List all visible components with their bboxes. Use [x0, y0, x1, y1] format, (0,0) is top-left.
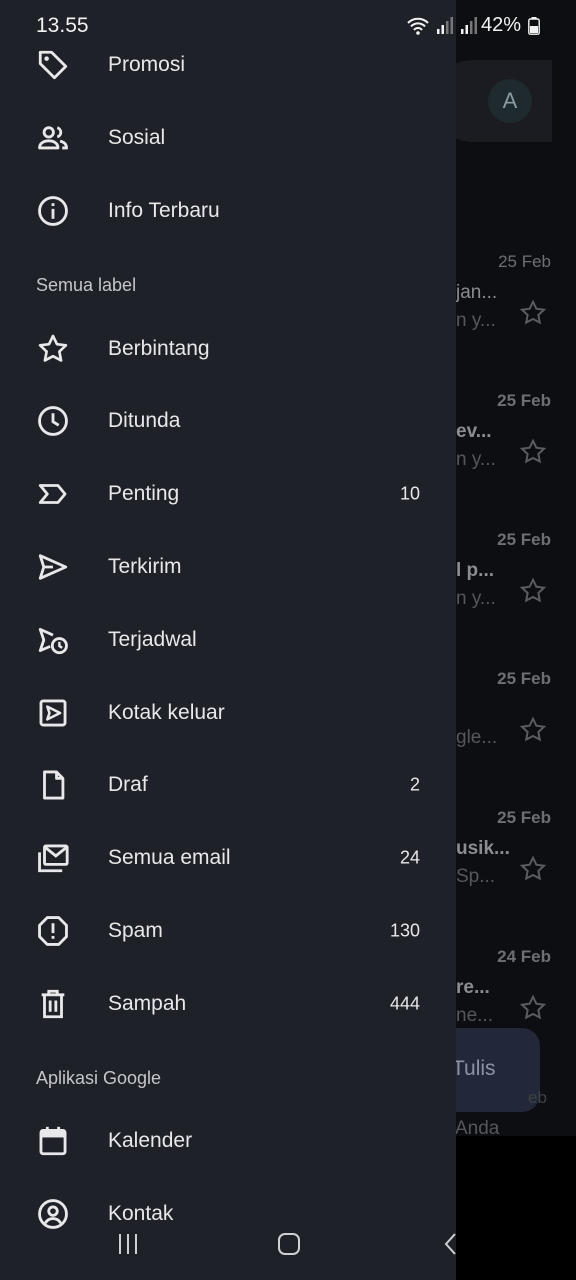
- email-subject: re...: [456, 977, 490, 998]
- drawer-item-label: Terkirim: [108, 554, 182, 578]
- drawer-item-info-terbaru[interactable]: Info Terbaru: [0, 174, 456, 247]
- recent-apps-icon[interactable]: [116, 1232, 140, 1256]
- drawer-item-terjadwal[interactable]: Terjadwal: [0, 603, 456, 676]
- send-icon: [38, 553, 68, 580]
- star-icon: [38, 334, 68, 362]
- calendar-icon: [39, 1126, 67, 1155]
- drawer-item-label: Draf: [108, 772, 148, 796]
- drawer-item-label: Info Terbaru: [108, 198, 220, 222]
- email-date: 25 Feb: [497, 391, 551, 410]
- drawer-item-label: Terjadwal: [108, 627, 197, 651]
- email-row[interactable]: 25 Feb l p... n y...: [440, 530, 576, 660]
- email-snippet: Sp...: [456, 866, 496, 887]
- drawer-item-berbintang[interactable]: Berbintang: [0, 312, 456, 385]
- important-icon: [38, 483, 67, 504]
- drawer-item-label: Promosi: [108, 52, 186, 76]
- email-subject: jan...: [456, 282, 498, 303]
- email-snippet: ne...: [456, 1005, 493, 1026]
- signal-icon: [437, 17, 453, 34]
- star-icon[interactable]: [518, 437, 548, 467]
- all-mail-icon: [38, 844, 69, 872]
- drawer-item-penting[interactable]: Penting 10: [0, 457, 456, 530]
- email-date: 25 Feb: [497, 808, 551, 827]
- email-snippet: n y...: [456, 449, 496, 470]
- section-header-google-apps: Aplikasi Google: [36, 1068, 162, 1088]
- section-header-all-labels: Semua label: [36, 275, 137, 295]
- email-subject: l p...: [456, 560, 494, 581]
- status-icons: [406, 14, 478, 38]
- drawer-item-count: 444: [389, 993, 420, 1013]
- email-snippet: gle...: [456, 727, 498, 748]
- drawer-item-kalender[interactable]: Kalender: [0, 1104, 456, 1177]
- back-icon[interactable]: [440, 1232, 464, 1256]
- drawer-item-count: 10: [399, 483, 420, 503]
- drawer-item-label: Sosial: [108, 125, 166, 149]
- email-date: 24 Feb: [497, 947, 551, 966]
- drawer-item-label: Penting: [108, 481, 180, 505]
- star-icon[interactable]: [518, 854, 548, 884]
- drawer-item-label: Sampah: [108, 991, 187, 1015]
- email-row[interactable]: 25 Feb usik... Sp...: [440, 808, 576, 938]
- drawer-item-sosial[interactable]: Sosial: [0, 101, 456, 174]
- scheduled-send-icon: [38, 627, 68, 654]
- people-icon: [38, 125, 68, 149]
- spam-icon: [38, 915, 68, 946]
- email-row[interactable]: 25 Feb ev... n y...: [440, 391, 576, 521]
- email-row[interactable]: 25 Feb gle...: [440, 669, 576, 799]
- email-date: 25 Feb: [498, 252, 551, 271]
- home-icon[interactable]: [277, 1232, 301, 1256]
- navigation-drawer: Promosi Sosial Info Terbaru Semua label …: [0, 0, 456, 1280]
- drawer-item-label: Kotak keluar: [108, 700, 225, 724]
- email-snippet: n y...: [456, 588, 496, 609]
- email-subject: ev...: [456, 421, 492, 442]
- email-subject: usik...: [456, 838, 510, 859]
- drawer-item-label: Semua email: [108, 845, 231, 869]
- tag-icon: [38, 50, 68, 79]
- drawer-item-label: Kalender: [108, 1128, 193, 1152]
- drawer-item-label: Berbintang: [108, 336, 210, 360]
- battery-icon: [528, 17, 540, 35]
- drawer-item-sampah[interactable]: Sampah 444: [0, 967, 456, 1040]
- system-nav-bar: [0, 1210, 576, 1280]
- email-date: 25 Feb: [497, 530, 551, 549]
- star-icon[interactable]: [518, 576, 548, 606]
- star-icon[interactable]: [518, 298, 548, 328]
- drawer-item-count: 2: [409, 774, 420, 794]
- drawer-item-count: 24: [399, 847, 420, 867]
- wifi-icon: [407, 17, 429, 35]
- signal-icon: [461, 17, 477, 34]
- avatar[interactable]: A: [488, 79, 532, 123]
- drawer-item-semua-email[interactable]: Semua email 24: [0, 821, 456, 894]
- email-row[interactable]: 25 Feb jan... n y...: [440, 252, 576, 382]
- status-time: 13.55: [36, 14, 89, 37]
- trash-icon: [41, 989, 65, 1018]
- email-date: 25 Feb: [497, 669, 551, 688]
- drawer-item-terkirim[interactable]: Terkirim: [0, 530, 456, 603]
- status-bar: 13.55 42%: [0, 0, 576, 52]
- drawer-item-spam[interactable]: Spam 130: [0, 894, 456, 967]
- draft-icon: [43, 770, 65, 799]
- email-date: eb: [528, 1088, 547, 1107]
- email-snippet: n y...: [456, 310, 496, 331]
- drawer-item-ditunda[interactable]: Ditunda: [0, 384, 456, 457]
- star-icon[interactable]: [518, 715, 548, 745]
- info-icon: [38, 195, 68, 226]
- drawer-item-label: Spam: [108, 918, 163, 942]
- battery-percent: 42%: [481, 14, 522, 36]
- star-icon[interactable]: [518, 993, 548, 1023]
- drawer-item-draf[interactable]: Draf 2: [0, 748, 456, 821]
- drawer-item-count: 130: [389, 920, 420, 940]
- clock-icon: [38, 405, 68, 436]
- outbox-icon: [39, 699, 67, 726]
- drawer-item-label: Ditunda: [108, 408, 181, 432]
- drawer-item-kotak-keluar[interactable]: Kotak keluar: [0, 676, 456, 749]
- compose-label: Tulis: [452, 1057, 496, 1080]
